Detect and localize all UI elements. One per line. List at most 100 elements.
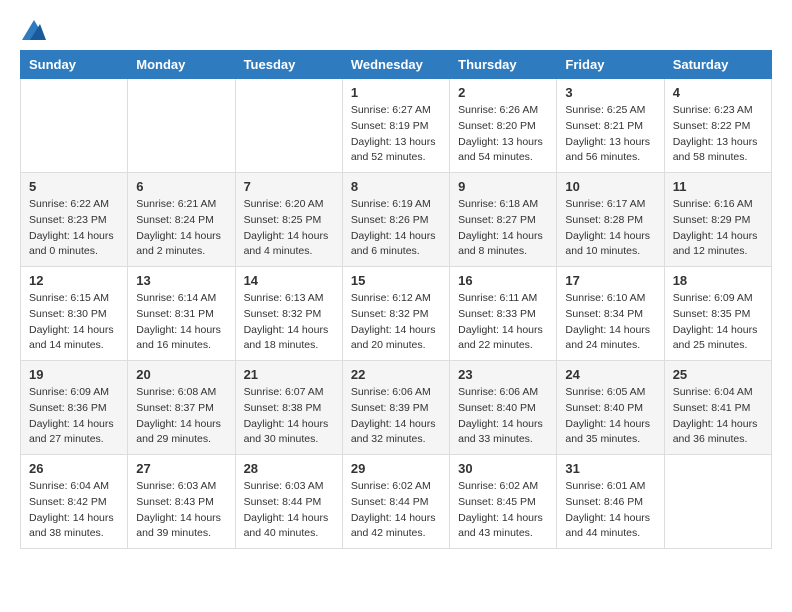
day-number: 3 [565, 85, 655, 100]
day-info: Sunrise: 6:25 AMSunset: 8:21 PMDaylight:… [565, 103, 655, 166]
calendar-day-cell: 3 Sunrise: 6:25 AMSunset: 8:21 PMDaylight… [557, 79, 664, 173]
day-info: Sunrise: 6:13 AMSunset: 8:32 PMDaylight:… [244, 291, 334, 354]
day-info: Sunrise: 6:08 AMSunset: 8:37 PMDaylight:… [136, 385, 226, 448]
calendar-day-cell: 18 Sunrise: 6:09 AMSunset: 8:35 PMDayligh… [664, 267, 771, 361]
calendar-day-cell: 27 Sunrise: 6:03 AMSunset: 8:43 PMDayligh… [128, 455, 235, 549]
calendar-day-cell [235, 79, 342, 173]
logo-icon [22, 20, 46, 40]
calendar-day-cell: 7 Sunrise: 6:20 AMSunset: 8:25 PMDaylight… [235, 173, 342, 267]
day-number: 2 [458, 85, 548, 100]
day-number: 12 [29, 273, 119, 288]
day-number: 1 [351, 85, 441, 100]
day-number: 9 [458, 179, 548, 194]
day-number: 8 [351, 179, 441, 194]
day-of-week-header: Sunday [21, 51, 128, 79]
day-info: Sunrise: 6:23 AMSunset: 8:22 PMDaylight:… [673, 103, 763, 166]
calendar-day-cell: 10 Sunrise: 6:17 AMSunset: 8:28 PMDayligh… [557, 173, 664, 267]
calendar-day-cell: 22Sunrise: 6:06 AMSunset: 8:39 PMDayligh… [342, 361, 449, 455]
day-number: 27 [136, 461, 226, 476]
day-info: Sunrise: 6:26 AMSunset: 8:20 PMDaylight:… [458, 103, 548, 166]
day-info: Sunrise: 6:03 AMSunset: 8:44 PMDaylight:… [244, 479, 334, 542]
page-header [20, 20, 772, 40]
day-number: 17 [565, 273, 655, 288]
calendar-week-row: 19Sunrise: 6:09 AMSunset: 8:36 PMDayligh… [21, 361, 772, 455]
calendar-day-cell: 14 Sunrise: 6:13 AMSunset: 8:32 PMDayligh… [235, 267, 342, 361]
calendar-day-cell: 11Sunrise: 6:16 AMSunset: 8:29 PMDayligh… [664, 173, 771, 267]
calendar-day-cell: 23 Sunrise: 6:06 AMSunset: 8:40 PMDayligh… [450, 361, 557, 455]
logo [20, 20, 46, 40]
calendar-table: SundayMondayTuesdayWednesdayThursdayFrid… [20, 50, 772, 549]
day-number: 7 [244, 179, 334, 194]
calendar-day-cell: 9 Sunrise: 6:18 AMSunset: 8:27 PMDaylight… [450, 173, 557, 267]
day-info: Sunrise: 6:15 AMSunset: 8:30 PMDaylight:… [29, 291, 119, 354]
calendar-day-cell: 17 Sunrise: 6:10 AMSunset: 8:34 PMDayligh… [557, 267, 664, 361]
day-number: 25 [673, 367, 763, 382]
calendar-day-cell: 29 Sunrise: 6:02 AMSunset: 8:44 PMDayligh… [342, 455, 449, 549]
day-number: 4 [673, 85, 763, 100]
day-number: 13 [136, 273, 226, 288]
day-number: 20 [136, 367, 226, 382]
calendar-day-cell: 19Sunrise: 6:09 AMSunset: 8:36 PMDayligh… [21, 361, 128, 455]
day-info: Sunrise: 6:20 AMSunset: 8:25 PMDaylight:… [244, 197, 334, 260]
calendar-day-cell: 28Sunrise: 6:03 AMSunset: 8:44 PMDayligh… [235, 455, 342, 549]
day-number: 10 [565, 179, 655, 194]
day-number: 26 [29, 461, 119, 476]
calendar-day-cell: 21 Sunrise: 6:07 AMSunset: 8:38 PMDayligh… [235, 361, 342, 455]
day-info: Sunrise: 6:03 AMSunset: 8:43 PMDaylight:… [136, 479, 226, 542]
day-of-week-header: Thursday [450, 51, 557, 79]
day-info: Sunrise: 6:09 AMSunset: 8:35 PMDaylight:… [673, 291, 763, 354]
day-number: 30 [458, 461, 548, 476]
day-info: Sunrise: 6:06 AMSunset: 8:40 PMDaylight:… [458, 385, 548, 448]
day-number: 16 [458, 273, 548, 288]
day-number: 6 [136, 179, 226, 194]
day-info: Sunrise: 6:02 AMSunset: 8:45 PMDaylight:… [458, 479, 548, 542]
day-info: Sunrise: 6:11 AMSunset: 8:33 PMDaylight:… [458, 291, 548, 354]
calendar-day-cell: 30 Sunrise: 6:02 AMSunset: 8:45 PMDayligh… [450, 455, 557, 549]
day-of-week-header: Monday [128, 51, 235, 79]
calendar-day-cell: 24Sunrise: 6:05 AMSunset: 8:40 PMDayligh… [557, 361, 664, 455]
day-info: Sunrise: 6:14 AMSunset: 8:31 PMDaylight:… [136, 291, 226, 354]
calendar-day-cell: 1 Sunrise: 6:27 AMSunset: 8:19 PMDaylight… [342, 79, 449, 173]
day-number: 18 [673, 273, 763, 288]
day-info: Sunrise: 6:18 AMSunset: 8:27 PMDaylight:… [458, 197, 548, 260]
calendar-day-cell: 12 Sunrise: 6:15 AMSunset: 8:30 PMDayligh… [21, 267, 128, 361]
day-info: Sunrise: 6:02 AMSunset: 8:44 PMDaylight:… [351, 479, 441, 542]
day-info: Sunrise: 6:22 AMSunset: 8:23 PMDaylight:… [29, 197, 119, 260]
calendar-week-row: 5 Sunrise: 6:22 AMSunset: 8:23 PMDaylight… [21, 173, 772, 267]
day-number: 11 [673, 179, 763, 194]
calendar-day-cell [664, 455, 771, 549]
day-number: 19 [29, 367, 119, 382]
calendar-day-cell: 4 Sunrise: 6:23 AMSunset: 8:22 PMDaylight… [664, 79, 771, 173]
day-info: Sunrise: 6:12 AMSunset: 8:32 PMDaylight:… [351, 291, 441, 354]
day-of-week-header: Wednesday [342, 51, 449, 79]
day-of-week-header: Saturday [664, 51, 771, 79]
calendar-week-row: 1 Sunrise: 6:27 AMSunset: 8:19 PMDaylight… [21, 79, 772, 173]
calendar-day-cell: 20 Sunrise: 6:08 AMSunset: 8:37 PMDayligh… [128, 361, 235, 455]
day-info: Sunrise: 6:01 AMSunset: 8:46 PMDaylight:… [565, 479, 655, 542]
calendar-day-cell: 31 Sunrise: 6:01 AMSunset: 8:46 PMDayligh… [557, 455, 664, 549]
day-info: Sunrise: 6:05 AMSunset: 8:40 PMDaylight:… [565, 385, 655, 448]
day-number: 21 [244, 367, 334, 382]
day-of-week-header: Tuesday [235, 51, 342, 79]
calendar-day-cell: 16 Sunrise: 6:11 AMSunset: 8:33 PMDayligh… [450, 267, 557, 361]
calendar-day-cell: 5 Sunrise: 6:22 AMSunset: 8:23 PMDaylight… [21, 173, 128, 267]
day-info: Sunrise: 6:07 AMSunset: 8:38 PMDaylight:… [244, 385, 334, 448]
day-info: Sunrise: 6:04 AMSunset: 8:41 PMDaylight:… [673, 385, 763, 448]
day-info: Sunrise: 6:10 AMSunset: 8:34 PMDaylight:… [565, 291, 655, 354]
day-number: 15 [351, 273, 441, 288]
calendar-week-row: 26Sunrise: 6:04 AMSunset: 8:42 PMDayligh… [21, 455, 772, 549]
day-number: 14 [244, 273, 334, 288]
calendar-day-cell: 13 Sunrise: 6:14 AMSunset: 8:31 PMDayligh… [128, 267, 235, 361]
day-info: Sunrise: 6:27 AMSunset: 8:19 PMDaylight:… [351, 103, 441, 166]
day-info: Sunrise: 6:17 AMSunset: 8:28 PMDaylight:… [565, 197, 655, 260]
day-number: 5 [29, 179, 119, 194]
calendar-day-cell: 26Sunrise: 6:04 AMSunset: 8:42 PMDayligh… [21, 455, 128, 549]
calendar-header-row: SundayMondayTuesdayWednesdayThursdayFrid… [21, 51, 772, 79]
day-number: 29 [351, 461, 441, 476]
day-info: Sunrise: 6:21 AMSunset: 8:24 PMDaylight:… [136, 197, 226, 260]
calendar-week-row: 12 Sunrise: 6:15 AMSunset: 8:30 PMDayligh… [21, 267, 772, 361]
day-number: 31 [565, 461, 655, 476]
day-of-week-header: Friday [557, 51, 664, 79]
day-number: 23 [458, 367, 548, 382]
day-info: Sunrise: 6:19 AMSunset: 8:26 PMDaylight:… [351, 197, 441, 260]
